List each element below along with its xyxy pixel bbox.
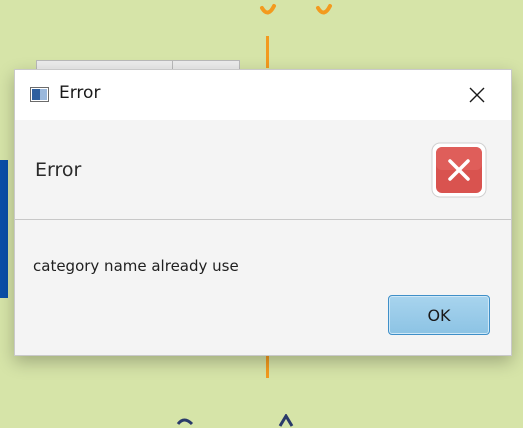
dialog-message: category name already use bbox=[33, 257, 239, 275]
background-decoration bbox=[260, 4, 332, 15]
dialog-titlebar: Error bbox=[15, 70, 511, 120]
dialog-header: Error bbox=[15, 120, 511, 220]
close-icon bbox=[469, 87, 485, 103]
window-icon bbox=[30, 87, 49, 102]
error-x-icon bbox=[431, 142, 487, 198]
background-side-block bbox=[0, 160, 8, 298]
background-connector-line bbox=[266, 36, 269, 68]
dialog-title: Error bbox=[59, 83, 101, 103]
dialog-header-text: Error bbox=[35, 159, 82, 181]
dialog-separator bbox=[15, 219, 511, 220]
close-button[interactable] bbox=[460, 80, 494, 110]
error-dialog: Error Error category name already use OK bbox=[14, 69, 512, 356]
background-connector-line bbox=[266, 354, 269, 378]
ok-button[interactable]: OK bbox=[388, 295, 490, 335]
